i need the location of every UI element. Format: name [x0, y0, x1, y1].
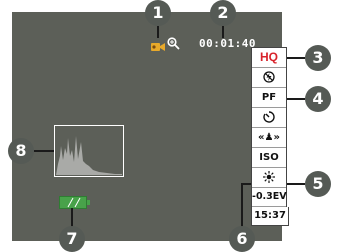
color-filter-indicator: PF: [252, 88, 286, 108]
callout-2: 2: [210, 0, 236, 26]
callout-3: 3: [305, 45, 331, 71]
callout-leader-8: [34, 150, 54, 152]
callout-leader-6-bar: [241, 183, 251, 185]
callout-leader-6: [241, 183, 243, 227]
callout-7: 7: [59, 226, 85, 252]
callout-leader-4: [287, 98, 305, 100]
callout-8: 8: [8, 138, 34, 164]
white-balance-icon: [252, 168, 286, 188]
face-detection-indicator: «♟»: [252, 128, 286, 148]
callout-leader-5: [287, 183, 305, 185]
flash-off-icon: [252, 68, 286, 88]
recording-time: 00:01:40: [199, 37, 256, 50]
callout-6: 6: [229, 226, 255, 252]
callout-leader-7: [71, 208, 73, 228]
callout-leader-3: [287, 57, 305, 59]
movie-recording-icon: [151, 39, 165, 51]
callout-leader-1: [157, 26, 159, 38]
exposure-compensation: -0.3EV: [252, 188, 287, 207]
clock-display: 15:37: [251, 207, 289, 226]
callout-leader-2: [222, 26, 224, 38]
histogram: [54, 125, 124, 177]
battery-icon: [59, 196, 90, 209]
image-quality-indicator: HQ: [252, 48, 286, 68]
callout-5: 5: [305, 171, 331, 197]
callout-1: 1: [145, 0, 171, 26]
callout-4: 4: [305, 86, 331, 112]
iso-indicator: ISO: [252, 148, 286, 168]
settings-panel: HQ PF «♟» ISO -0.3EV: [251, 47, 287, 209]
zoom-icon: [167, 37, 180, 50]
self-timer-icon: [252, 108, 286, 128]
